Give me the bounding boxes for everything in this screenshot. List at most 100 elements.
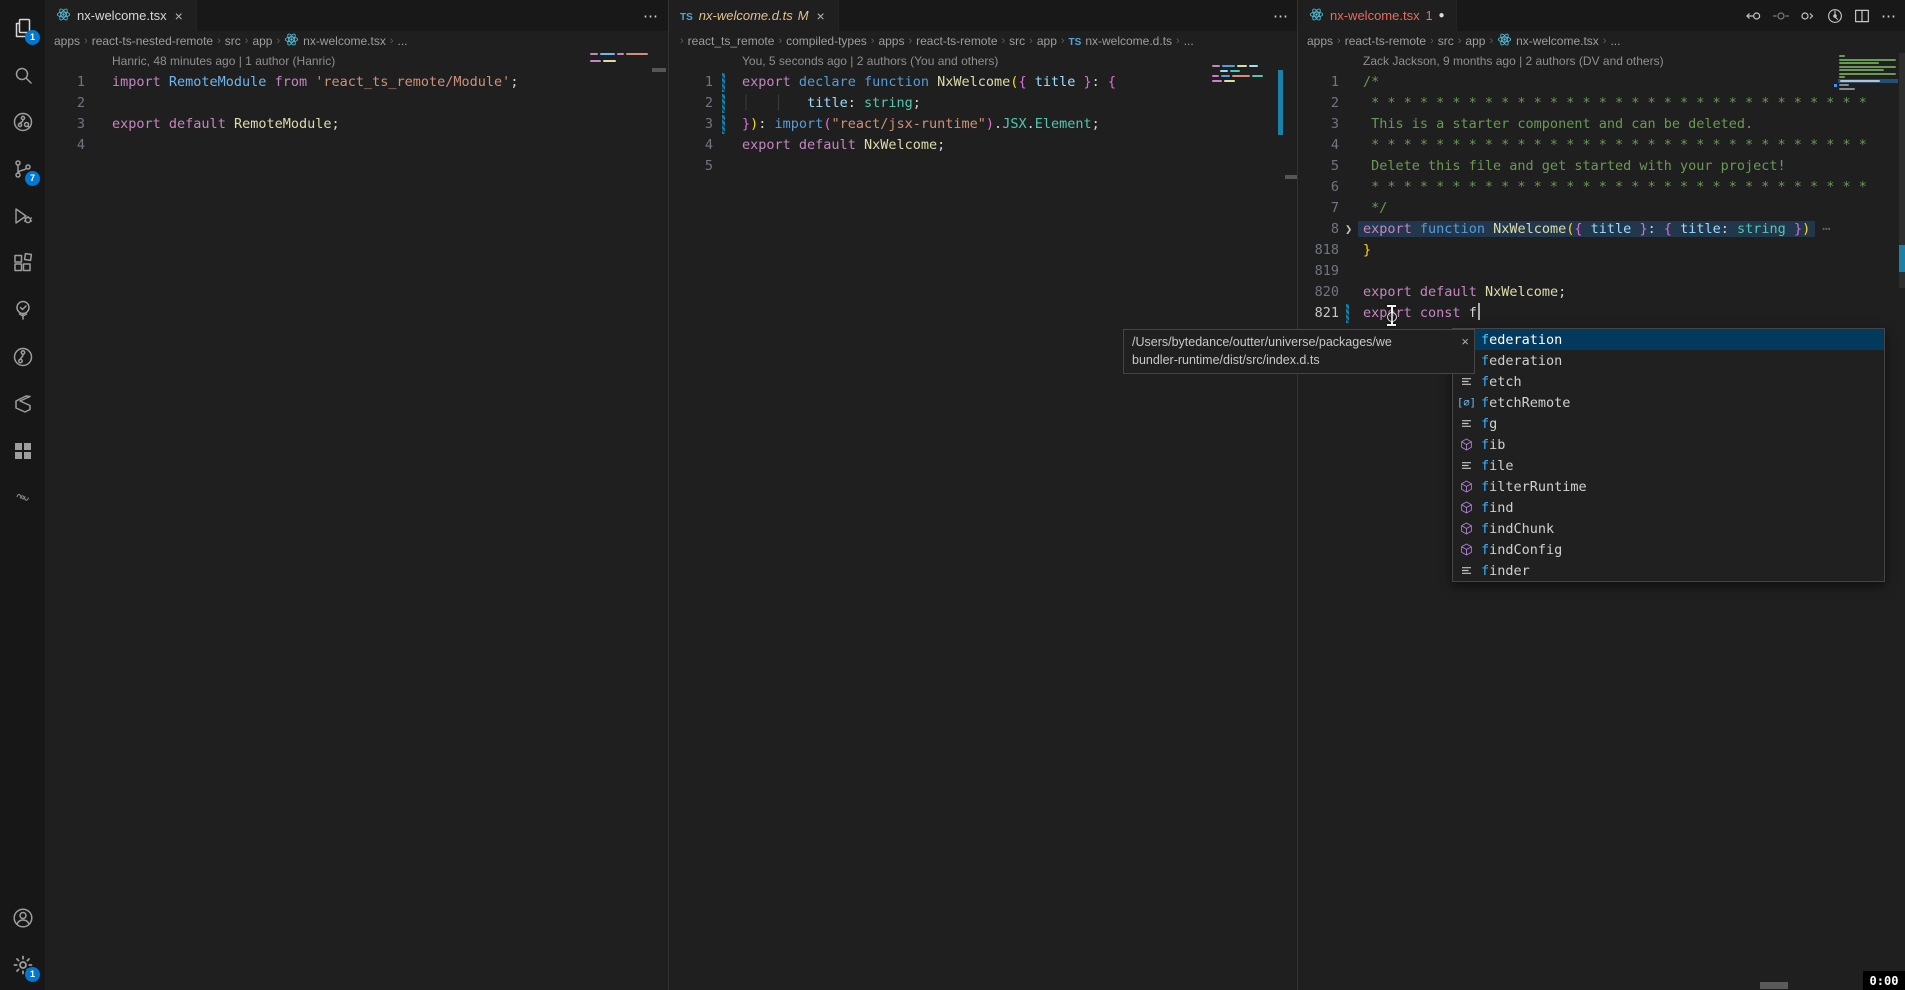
code-line-8[interactable]: 8❯export function NxWelcome({ title }: {…	[1298, 219, 1905, 240]
breadcrumb-item[interactable]: ...	[1610, 34, 1620, 48]
breadcrumb-item[interactable]: apps	[878, 34, 904, 48]
sidebar-item-extensions-icon[interactable]	[0, 239, 45, 286]
suggest-item-findChunk[interactable]: findChunk	[1453, 518, 1884, 539]
breadcrumb-item[interactable]: react-ts-remote	[1345, 34, 1426, 48]
prev-change-icon[interactable]	[1745, 7, 1763, 25]
sidebar-item-settings-gear-icon[interactable]: 1	[0, 941, 45, 988]
close-icon[interactable]: ×	[1461, 333, 1469, 351]
sidebar-item-nx-console-icon[interactable]	[0, 380, 45, 427]
suggest-item-federation[interactable]: federation	[1453, 329, 1884, 350]
more-icon[interactable]: ⋯	[1880, 7, 1898, 25]
react-file-icon	[1309, 7, 1324, 25]
scrollbar-horizontal[interactable]	[1760, 982, 1788, 989]
breadcrumb-item[interactable]: apps	[54, 34, 80, 48]
breadcrumb-item[interactable]: app	[252, 34, 272, 48]
code-text: }): import("react/jsx-runtime").JSX.Elem…	[742, 114, 1100, 135]
code-line-3[interactable]: 3export default RemoteModule;	[45, 114, 668, 135]
code-line-1[interactable]: 1export declare function NxWelcome({ tit…	[669, 72, 1298, 93]
code-line-5[interactable]: 5	[669, 156, 1298, 177]
suggest-item-fetch[interactable]: fetch	[1453, 371, 1884, 392]
dirty-dot-icon[interactable]: ●	[1439, 10, 1445, 21]
breadcrumb-item[interactable]: ...	[398, 34, 408, 48]
code-line-1[interactable]: 1/*	[1298, 72, 1905, 93]
close-icon[interactable]: ×	[815, 8, 827, 24]
gitlens-blame-annotation[interactable]: You, 5 seconds ago | 2 authors (You and …	[669, 51, 1298, 72]
close-icon[interactable]: ×	[173, 8, 185, 24]
code-line-818[interactable]: 818}	[1298, 240, 1905, 261]
suggest-item-federation[interactable]: federation	[1453, 350, 1884, 371]
sidebar-item-todo-tree-icon[interactable]	[0, 286, 45, 333]
code-line-7[interactable]: 7 */	[1298, 198, 1905, 219]
sidebar-item-commit-graph-icon[interactable]	[0, 98, 45, 145]
file-history-icon[interactable]	[1826, 7, 1844, 25]
breadcrumb-item[interactable]: src	[1438, 34, 1454, 48]
tab-nx-welcome-tsx-right[interactable]: nx-welcome.tsx1●	[1298, 0, 1457, 31]
sidebar-item-gitlens-icon[interactable]	[0, 333, 45, 380]
sidebar-item-account-icon[interactable]	[0, 894, 45, 941]
breadcrumb-item[interactable]: react-ts-nested-remote	[92, 34, 213, 48]
breadcrumb-item[interactable]: src	[1009, 34, 1025, 48]
sidebar-item-search-icon[interactable]	[0, 51, 45, 98]
ts-file-icon: TS	[1069, 34, 1082, 48]
code-line-4[interactable]: 4	[45, 135, 668, 156]
code-line-4[interactable]: 4 * * * * * * * * * * * * * * * * * * * …	[1298, 135, 1905, 156]
next-change-icon[interactable]	[1799, 7, 1817, 25]
gitlens-blame-annotation[interactable]: Zack Jackson, 9 months ago | 2 authors (…	[1298, 51, 1905, 72]
code-editor[interactable]: Hanric, 48 minutes ago | 1 author (Hanri…	[45, 51, 668, 990]
gutter-modified-indicator	[722, 73, 725, 92]
code-line-2[interactable]: 2 * * * * * * * * * * * * * * * * * * * …	[1298, 93, 1905, 114]
tab-nx-welcome-tsx-left[interactable]: nx-welcome.tsx×	[45, 0, 197, 31]
split-editor-icon[interactable]	[1853, 7, 1871, 25]
code-line-5[interactable]: 5 Delete this file and get started with …	[1298, 156, 1905, 177]
breadcrumb-item[interactable]: ...	[1184, 34, 1194, 48]
code-line-820[interactable]: 820export default NxWelcome;	[1298, 282, 1905, 303]
breadcrumb-item[interactable]: TSnx-welcome.d.ts	[1069, 34, 1172, 48]
breadcrumb-item[interactable]: react-ts-remote	[916, 34, 997, 48]
badge: 1	[25, 30, 40, 45]
suggest-item-fib[interactable]: fib	[1453, 434, 1884, 455]
sidebar-item-source-control-icon[interactable]: 7	[0, 145, 45, 192]
code-line-3[interactable]: 3}): import("react/jsx-runtime").JSX.Ele…	[669, 114, 1298, 135]
breadcrumb-item[interactable]: app	[1465, 34, 1485, 48]
suggest-item-fetchRemote[interactable]: [∅]fetchRemote	[1453, 392, 1884, 413]
code-line-2[interactable]: 2	[45, 93, 668, 114]
code-text: This is a starter component and can be d…	[1363, 114, 1753, 135]
suggest-item-fg[interactable]: fg	[1453, 413, 1884, 434]
open-changes-icon[interactable]	[1772, 7, 1790, 25]
code-editor[interactable]: You, 5 seconds ago | 2 authors (You and …	[669, 51, 1298, 990]
breadcrumb-item[interactable]: nx-welcome.tsx	[1497, 32, 1599, 50]
tab-nx-welcome-dts[interactable]: TSnx-welcome.d.tsM×	[669, 0, 839, 31]
code-line-6[interactable]: 6 * * * * * * * * * * * * * * * * * * * …	[1298, 177, 1905, 198]
mouse-ibeam-cursor	[1386, 305, 1397, 326]
suggest-item-filterRuntime[interactable]: filterRuntime	[1453, 476, 1884, 497]
sidebar-item-grid-icon[interactable]	[0, 427, 45, 474]
breadcrumb-item[interactable]: nx-welcome.tsx	[284, 32, 386, 50]
suggest-item-file[interactable]: file	[1453, 455, 1884, 476]
code-line-819[interactable]: 819	[1298, 261, 1905, 282]
breadcrumb-item[interactable]: app	[1037, 34, 1057, 48]
fold-ellipsis[interactable]: ⋯	[1822, 221, 1830, 237]
code-line-2[interactable]: 2│ │ title: string;	[669, 93, 1298, 114]
suggest-item-finder[interactable]: finder	[1453, 560, 1884, 581]
fold-chevron-icon[interactable]: ❯	[1345, 219, 1352, 240]
more-icon[interactable]: ⋯	[642, 7, 660, 25]
breadcrumb-item[interactable]: apps	[1307, 34, 1333, 48]
code-text: export default NxWelcome;	[742, 135, 945, 156]
gutter-modified-indicator	[722, 115, 725, 134]
code-line-3[interactable]: 3 This is a starter component and can be…	[1298, 114, 1905, 135]
sidebar-item-files-icon[interactable]: 1	[0, 4, 45, 51]
suggest-item-findConfig[interactable]: findConfig	[1453, 539, 1884, 560]
code-line-4[interactable]: 4export default NxWelcome;	[669, 135, 1298, 156]
breadcrumb-item[interactable]: react_ts_remote	[688, 34, 775, 48]
code-text: /*	[1363, 72, 1379, 93]
more-icon[interactable]: ⋯	[1272, 7, 1290, 25]
breadcrumb-item[interactable]: src	[225, 34, 241, 48]
suggest-item-find[interactable]: find	[1453, 497, 1884, 518]
code-line-1[interactable]: 1import RemoteModule from 'react_ts_remo…	[45, 72, 668, 93]
breadcrumb-item[interactable]: compiled-types	[786, 34, 867, 48]
sidebar-item-squiggle-icon[interactable]	[0, 474, 45, 521]
editor-group-left: nx-welcome.tsx× ⋯ apps›react-ts-nested-r…	[45, 0, 668, 990]
gitlens-blame-annotation[interactable]: Hanric, 48 minutes ago | 1 author (Hanri…	[45, 51, 668, 72]
vscode-window: 171 nx-welcome.tsx× ⋯ apps›react-ts-nest…	[0, 0, 1905, 990]
sidebar-item-run-debug-icon[interactable]	[0, 192, 45, 239]
